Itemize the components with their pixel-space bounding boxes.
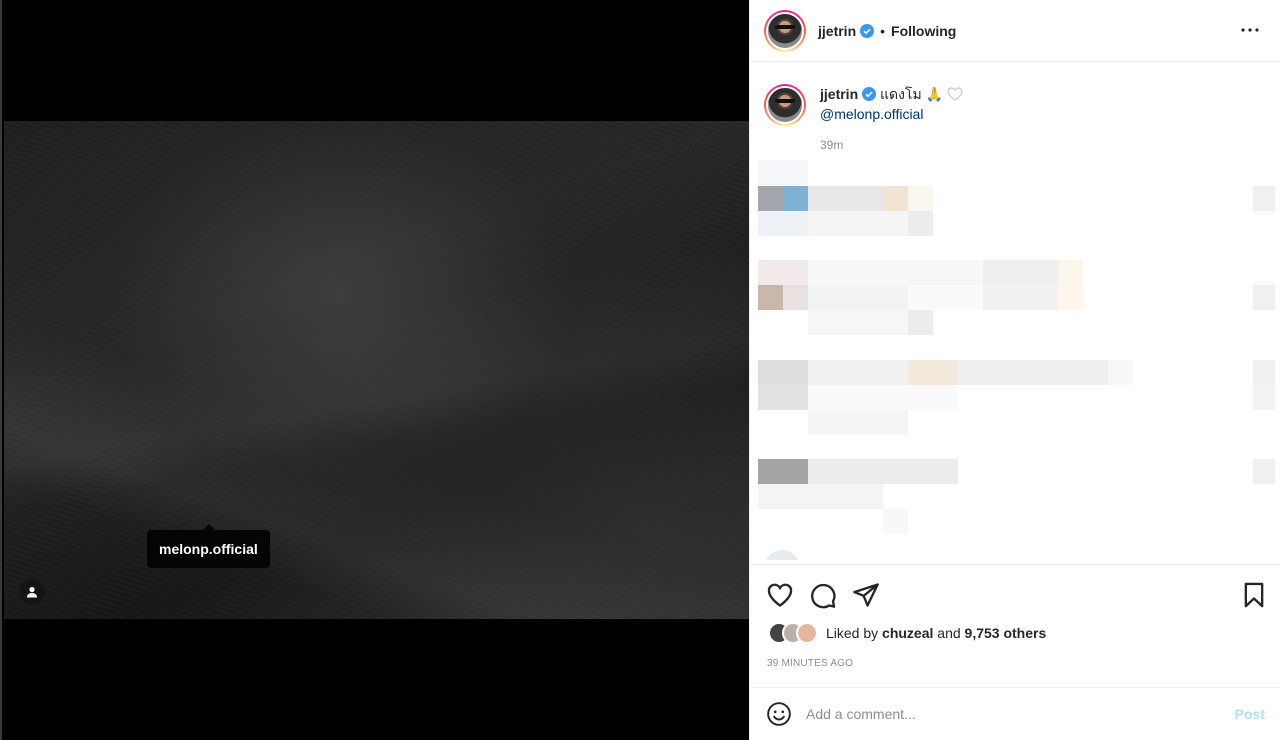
bookmark-save-icon[interactable] (1240, 581, 1268, 609)
like-caption-heart-icon[interactable] (947, 87, 963, 101)
caption-mention-link[interactable]: @melonp.official (820, 104, 1264, 124)
liked-by-and: and (937, 625, 961, 641)
share-send-icon[interactable] (852, 581, 880, 609)
post-photo[interactable] (4, 121, 749, 619)
verified-badge-icon (860, 23, 875, 38)
verified-badge-icon (862, 87, 877, 101)
caption-username[interactable]: jjetrin (820, 86, 858, 102)
caption-text: แดงโม (880, 86, 922, 102)
add-comment-bar: Post (750, 687, 1280, 740)
post-side-panel: jjetrin • Following jjetrin แดงโม 🙏 @mel… (749, 0, 1280, 740)
liked-by-prefix: Liked by (826, 625, 879, 641)
more-options-icon[interactable] (1238, 18, 1262, 42)
following-button[interactable]: Following (891, 23, 956, 39)
author-avatar[interactable] (764, 9, 806, 52)
separator-dot: • (880, 22, 886, 39)
tagged-users-button[interactable] (19, 579, 45, 605)
post-actions-bar (750, 564, 1280, 624)
author-username[interactable]: jjetrin (818, 23, 856, 39)
comment-bubble-icon[interactable] (809, 581, 837, 609)
emoji-smiley-icon[interactable] (766, 701, 792, 727)
caption-avatar[interactable] (764, 84, 806, 126)
post-media-area: melonp.official (0, 0, 749, 740)
user-icon (27, 586, 37, 598)
caption-time: 39m (820, 138, 844, 152)
caption-emoji: 🙏 (925, 86, 944, 102)
post-comment-button[interactable]: Post (1235, 706, 1265, 722)
post-header: jjetrin • Following (750, 0, 1280, 62)
likes-summary: Liked by chuzeal and 9,753 others (768, 622, 1046, 644)
post-caption: jjetrin แดงโม 🙏 @melonp.official 39m (764, 84, 1264, 152)
blurred-comments-area (758, 160, 1280, 560)
photo-tag-label[interactable]: melonp.official (147, 524, 270, 568)
post-timestamp[interactable]: 39 MINUTES AGO (767, 658, 853, 669)
likes-count-link[interactable]: 9,753 others (965, 625, 1047, 641)
like-heart-icon[interactable] (766, 581, 794, 609)
liker-avatar[interactable] (796, 622, 818, 644)
liked-by-user-link[interactable]: chuzeal (882, 625, 933, 641)
comment-input[interactable] (806, 706, 1235, 722)
